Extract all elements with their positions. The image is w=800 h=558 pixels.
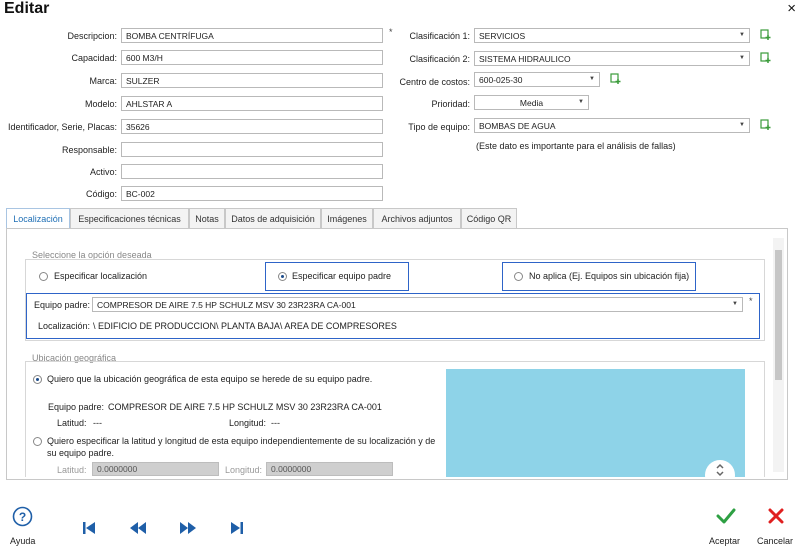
last-record-icon[interactable] [228, 521, 246, 535]
previous-record-icon[interactable] [129, 521, 147, 535]
tab-archivos-adjuntos[interactable]: Archivos adjuntos [373, 208, 461, 229]
accept-button[interactable]: Aceptar [709, 536, 740, 546]
map-expand-icon[interactable] [704, 459, 736, 477]
radio-localizacion[interactable] [39, 272, 48, 281]
geo-equipo-padre-label: Equipo padre: [48, 402, 105, 412]
chevron-down-icon: ▼ [578, 99, 584, 105]
help-icon[interactable]: ? [12, 506, 33, 527]
add-icon[interactable] [610, 73, 622, 85]
lat-input[interactable]: 0.0000000 [92, 462, 219, 476]
option-no-aplica-label: No aplica (Ej. Equipos sin ubicación fij… [529, 271, 690, 281]
centro-costos-dropdown[interactable]: 600-025-30 ▼ [474, 72, 600, 87]
geo-inherit-label: Quiero que la ubicación geográfica de es… [47, 374, 373, 384]
chevron-down-icon: ▼ [739, 32, 745, 38]
geo-equipo-padre-value: COMPRESOR DE AIRE 7.5 HP SCHULZ MSV 30 2… [108, 402, 382, 412]
chevron-down-icon: ▼ [739, 122, 745, 128]
centro-costos-label: Centro de costos: [399, 77, 470, 87]
prioridad-value: Media [519, 98, 544, 108]
option-localizacion-label: Especificar localización [54, 271, 148, 281]
radio-equipo-padre[interactable] [278, 272, 287, 281]
prioridad-label: Prioridad: [431, 99, 470, 109]
tab-codigo-qr[interactable]: Código QR [461, 208, 517, 229]
clasificacion1-label: Clasificación 1: [409, 31, 470, 41]
required-marker: * [389, 27, 393, 37]
clasificacion1-value: SERVICIOS [479, 31, 526, 41]
option-equipo-padre-label: Especificar equipo padre [292, 271, 392, 281]
capacidad-label: Capacidad: [71, 53, 117, 63]
cancel-icon[interactable] [767, 507, 785, 525]
scrollbar-thumb[interactable] [775, 250, 782, 380]
close-icon[interactable]: × [787, 0, 796, 17]
tab-datos-adquisicion[interactable]: Datos de adquisición [225, 208, 321, 229]
first-record-icon[interactable] [80, 521, 98, 535]
tipo-equipo-dropdown[interactable]: BOMBAS DE AGUA ▼ [474, 118, 750, 133]
required-marker: * [749, 296, 753, 306]
clasificacion1-dropdown[interactable]: SERVICIOS ▼ [474, 28, 750, 43]
tipo-equipo-note: (Este dato es importante para el análisi… [476, 141, 676, 151]
chevron-down-icon: ▼ [739, 55, 745, 61]
radio-geo-specify[interactable] [33, 437, 42, 446]
scrollbar[interactable] [773, 238, 784, 472]
activo-field[interactable] [121, 164, 383, 179]
geo-longitud-value: --- [271, 418, 280, 428]
map-view[interactable] [446, 369, 745, 477]
cancel-button[interactable]: Cancelar [757, 536, 793, 546]
identificador-label: Identificador, Serie, Placas: [7, 122, 117, 132]
tipo-equipo-label: Tipo de equipo: [408, 122, 470, 132]
capacidad-field[interactable]: 600 M3/H [121, 50, 383, 65]
radio-geo-inherit[interactable] [33, 375, 42, 384]
marca-field[interactable]: SULZER [121, 73, 383, 88]
tab-notas[interactable]: Notas [189, 208, 225, 229]
lon-input[interactable]: 0.0000000 [266, 462, 393, 476]
chevron-down-icon: ▼ [732, 301, 738, 307]
clasificacion2-label: Clasificación 2: [409, 54, 470, 64]
help-label[interactable]: Ayuda [10, 536, 35, 546]
lat-input-label: Latitud: [57, 465, 87, 475]
localizacion-label: Localización: [38, 321, 91, 331]
equipo-padre-label: Equipo padre: [34, 300, 91, 310]
chevron-down-icon: ▼ [589, 76, 595, 82]
geo-longitud-label: Longitud: [229, 418, 267, 428]
svg-text:?: ? [19, 510, 26, 524]
tab-localizacion[interactable]: Localización [6, 208, 70, 230]
responsable-label: Responsable: [61, 145, 117, 155]
modelo-label: Modelo: [84, 99, 117, 109]
window-title: Editar [4, 0, 50, 17]
geo-specify-label-line1: Quiero especificar la latitud y longitud… [47, 436, 436, 446]
radio-no-aplica[interactable] [514, 272, 523, 281]
marca-label: Marca: [89, 76, 117, 86]
prioridad-dropdown[interactable]: Media ▼ [474, 95, 589, 110]
descripcion-field[interactable]: BOMBA CENTRÍFUGA [121, 28, 383, 43]
add-icon[interactable] [760, 29, 772, 41]
tab-imagenes[interactable]: Imágenes [321, 208, 373, 229]
equipo-padre-dropdown[interactable]: COMPRESOR DE AIRE 7.5 HP SCHULZ MSV 30 2… [92, 297, 743, 312]
add-icon[interactable] [760, 119, 772, 131]
lon-input-label: Longitud: [225, 465, 263, 475]
descripcion-label: Descripcion: [67, 31, 117, 41]
tipo-equipo-value: BOMBAS DE AGUA [479, 121, 556, 131]
next-record-icon[interactable] [179, 521, 197, 535]
localizacion-path: \ EDIFICIO DE PRODUCCION\ PLANTA BAJA\ A… [93, 321, 397, 331]
tab-especificaciones[interactable]: Especificaciones técnicas [70, 208, 189, 229]
activo-label: Activo: [89, 167, 117, 177]
geo-specify-label-line2: su equipo padre. [47, 448, 115, 458]
responsable-field[interactable] [121, 142, 383, 157]
centro-costos-value: 600-025-30 [479, 75, 523, 85]
codigo-label: Código: [85, 189, 117, 199]
modelo-field[interactable]: AHLSTAR A [121, 96, 383, 111]
clasificacion2-value: SISTEMA HIDRAULICO [479, 54, 571, 64]
geo-latitud-value: --- [93, 418, 102, 428]
geo-latitud-label: Latitud: [57, 418, 87, 428]
check-icon[interactable] [716, 507, 736, 525]
add-icon[interactable] [760, 52, 772, 64]
equipo-padre-value: COMPRESOR DE AIRE 7.5 HP SCHULZ MSV 30 2… [97, 300, 356, 310]
identificador-field[interactable]: 35626 [121, 119, 383, 134]
clasificacion2-dropdown[interactable]: SISTEMA HIDRAULICO ▼ [474, 51, 750, 66]
codigo-field[interactable]: BC-002 [121, 186, 383, 201]
